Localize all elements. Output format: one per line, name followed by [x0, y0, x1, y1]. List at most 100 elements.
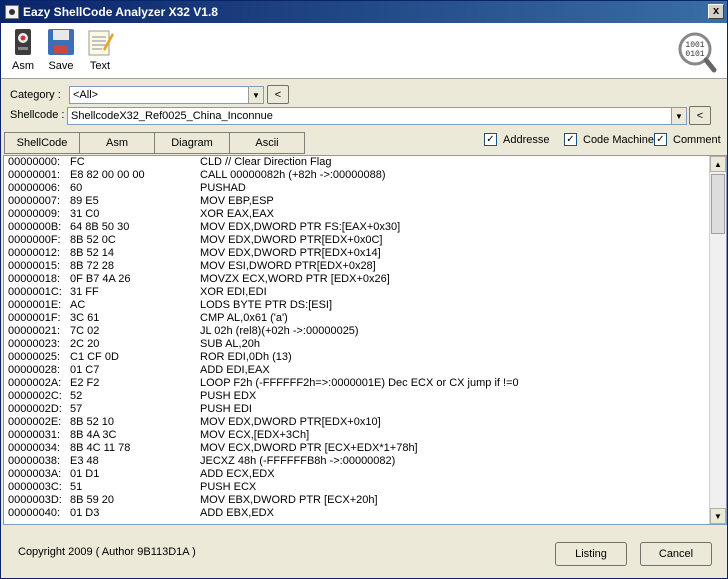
address-cell: 00000023: [8, 338, 60, 350]
machine-code-cell: 01 C7 [70, 364, 100, 376]
listing-line[interactable]: 00000038: E3 48 JECXZ 48h (-FFFFFFB8h ->:0… [4, 455, 726, 468]
listing-line[interactable]: 00000028: 01 C7 ADD EDI,EAX [4, 364, 726, 377]
category-select[interactable]: <All> ▼ [69, 86, 264, 104]
address-cell: 00000007: [8, 195, 60, 207]
machine-code-cell: 8B 52 14 [70, 247, 115, 259]
instruction-cell: ADD ECX,EDX [200, 468, 275, 480]
address-cell: 00000000: [8, 156, 60, 168]
scroll-thumb[interactable] [711, 174, 725, 234]
copyright-text: Copyright 2009 ( Author 9B113D1A ) [18, 546, 196, 558]
listing-line[interactable]: 00000021: 7C 02 JL 02h (rel8)(+02h ->:0000… [4, 325, 726, 338]
code-machine-label: Code Machine [583, 133, 654, 146]
listing-line[interactable]: 0000000F: 8B 52 0C MOV EDX,DWORD PTR[EDX+0… [4, 234, 726, 247]
asm-tool-button[interactable]: Asm [5, 27, 41, 75]
machine-code-cell: 31 C0 [70, 208, 100, 220]
address-cell: 0000003C: [8, 481, 62, 493]
listing-line[interactable]: 00000007: 89 E5 MOV EBP,ESP [4, 195, 726, 208]
listing-line[interactable]: 00000009: 31 C0 XOR EAX,EAX [4, 208, 726, 221]
checkmark-icon: ✓ [654, 133, 667, 146]
chevron-down-icon[interactable]: ▼ [671, 108, 686, 124]
tab-asm[interactable]: Asm [79, 132, 155, 154]
shellcode-back-button[interactable]: < [689, 106, 711, 125]
tab-diagram[interactable]: Diagram [154, 132, 230, 154]
listing-line[interactable]: 0000000B: 64 8B 50 30 MOV EDX,DWORD PTR FS… [4, 221, 726, 234]
listing-line[interactable]: 0000002D: 57 PUSH EDI [4, 403, 726, 416]
address-cell: 0000002C: [8, 390, 62, 402]
listing-line[interactable]: 00000006: 60 PUSHAD [4, 182, 726, 195]
tab-shellcode[interactable]: ShellCode [4, 132, 80, 154]
address-cell: 0000001E: [8, 299, 62, 311]
address-cell: 0000000B: [8, 221, 62, 233]
address-cell: 00000018: [8, 273, 60, 285]
listing-line[interactable]: 0000002C: 52 PUSH EDX [4, 390, 726, 403]
listing-line[interactable]: 00000031: 8B 4A 3C MOV ECX,[EDX+3Ch] [4, 429, 726, 442]
instruction-cell: JL 02h (rel8)(+02h ->:00000025) [200, 325, 359, 337]
instruction-cell: MOV ESI,DWORD PTR[EDX+0x28] [200, 260, 376, 272]
window-title: Eazy ShellCode Analyzer X32 V1.8 [23, 5, 218, 19]
scroll-down-icon[interactable]: ▼ [710, 508, 726, 524]
main-window: Eazy ShellCode Analyzer X32 V1.8 x Asm S… [0, 0, 728, 579]
cancel-button[interactable]: Cancel [640, 542, 712, 566]
instruction-cell: CALL 00000082h (+82h ->:00000088) [200, 169, 386, 181]
machine-code-cell: 8B 72 28 [70, 260, 115, 272]
address-cell: 00000015: [8, 260, 60, 272]
address-cell: 0000003D: [8, 494, 62, 506]
listing-line[interactable]: 0000001F: 3C 61 CMP AL,0x61 ('a') [4, 312, 726, 325]
address-cell: 00000021: [8, 325, 60, 337]
listing-line[interactable]: 00000000: FC CLD // Clear Direction Flag [4, 156, 726, 169]
instruction-cell: CLD // Clear Direction Flag [200, 156, 332, 168]
save-tool-button[interactable]: Save [43, 27, 79, 75]
instruction-cell: SUB AL,20h [200, 338, 260, 350]
address-cell: 00000034: [8, 442, 60, 454]
shellcode-value: ShellcodeX32_Ref0025_China_Inconnue [71, 110, 273, 122]
machine-code-cell: 8B 52 10 [70, 416, 115, 428]
tab-ascii[interactable]: Ascii [229, 132, 305, 154]
scroll-up-icon[interactable]: ▲ [710, 156, 726, 172]
code-machine-checkbox[interactable]: ✓ Code Machine [564, 133, 654, 146]
save-label: Save [48, 60, 74, 72]
listing-button[interactable]: Listing [555, 542, 627, 566]
instruction-cell: MOV ECX,[EDX+3Ch] [200, 429, 310, 441]
listing-line[interactable]: 0000003A: 01 D1 ADD ECX,EDX [4, 468, 726, 481]
machine-code-cell: C1 CF 0D [70, 351, 119, 363]
listing-line[interactable]: 00000018: 0F B7 4A 26 MOVZX ECX,WORD PTR [… [4, 273, 726, 286]
listing-line[interactable]: 0000003C: 51 PUSH ECX [4, 481, 726, 494]
text-label: Text [89, 60, 111, 72]
close-button[interactable]: x [708, 4, 724, 19]
listing-line[interactable]: 0000002E: 8B 52 10 MOV EDX,DWORD PTR[EDX+0… [4, 416, 726, 429]
listing-line[interactable]: 00000025: C1 CF 0D ROR EDI,0Dh (13) [4, 351, 726, 364]
listing-line[interactable]: 00000012: 8B 52 14 MOV EDX,DWORD PTR[EDX+0… [4, 247, 726, 260]
machine-code-cell: E2 F2 [70, 377, 100, 389]
listing-line[interactable]: 0000002A: E2 F2 LOOP F2h (-FFFFFF2h=>:0000… [4, 377, 726, 390]
instruction-cell: LODS BYTE PTR DS:[ESI] [200, 299, 333, 311]
title-bar[interactable]: Eazy ShellCode Analyzer X32 V1.8 x [1, 1, 727, 23]
disassembly-listing[interactable]: 00000000: FC CLD // Clear Direction Flag 00… [3, 155, 727, 525]
machine-code-cell: E3 48 [70, 455, 99, 467]
listing-line[interactable]: 00000034: 8B 4C 11 78 MOV ECX,DWORD PTR [E… [4, 442, 726, 455]
comment-label: Comment [673, 133, 721, 146]
instruction-cell: CMP AL,0x61 ('a') [200, 312, 288, 324]
listing-line[interactable]: 00000001: E8 82 00 00 00 CALL 00000082h (+… [4, 169, 726, 182]
listing-line[interactable]: 00000023: 2C 20 SUB AL,20h [4, 338, 726, 351]
address-cell: 0000002E: [8, 416, 62, 428]
text-tool-button[interactable]: Text [82, 27, 118, 75]
machine-code-cell: 0F B7 4A 26 [70, 273, 131, 285]
listing-line[interactable]: 00000015: 8B 72 28 MOV ESI,DWORD PTR[EDX+0… [4, 260, 726, 273]
shellcode-select[interactable]: ShellcodeX32_Ref0025_China_Inconnue ▼ [67, 107, 687, 125]
listing-line[interactable]: 0000001E: AC LODS BYTE PTR DS:[ESI] [4, 299, 726, 312]
instruction-cell: ADD EBX,EDX [200, 507, 274, 519]
comment-checkbox[interactable]: ✓ Comment [654, 133, 721, 146]
speaker-icon [15, 29, 31, 55]
chevron-down-icon[interactable]: ▼ [248, 87, 263, 103]
vertical-scrollbar[interactable]: ▲ ▼ [709, 156, 726, 524]
machine-code-cell: 8B 59 20 [70, 494, 115, 506]
listing-line[interactable]: 0000001C: 31 FF XOR EDI,EDI [4, 286, 726, 299]
address-cell: 0000001F: [8, 312, 61, 324]
category-back-button[interactable]: < [267, 85, 289, 104]
addresse-checkbox[interactable]: ✓ Addresse [484, 133, 549, 146]
listing-line[interactable]: 00000040: 01 D3 ADD EBX,EDX [4, 507, 726, 520]
category-value: <All> [73, 89, 99, 101]
instruction-cell: ADD EDI,EAX [200, 364, 270, 376]
listing-line[interactable]: 0000003D: 8B 59 20 MOV EBX,DWORD PTR [ECX+… [4, 494, 726, 507]
instruction-cell: MOV EBX,DWORD PTR [ECX+20h] [200, 494, 378, 506]
